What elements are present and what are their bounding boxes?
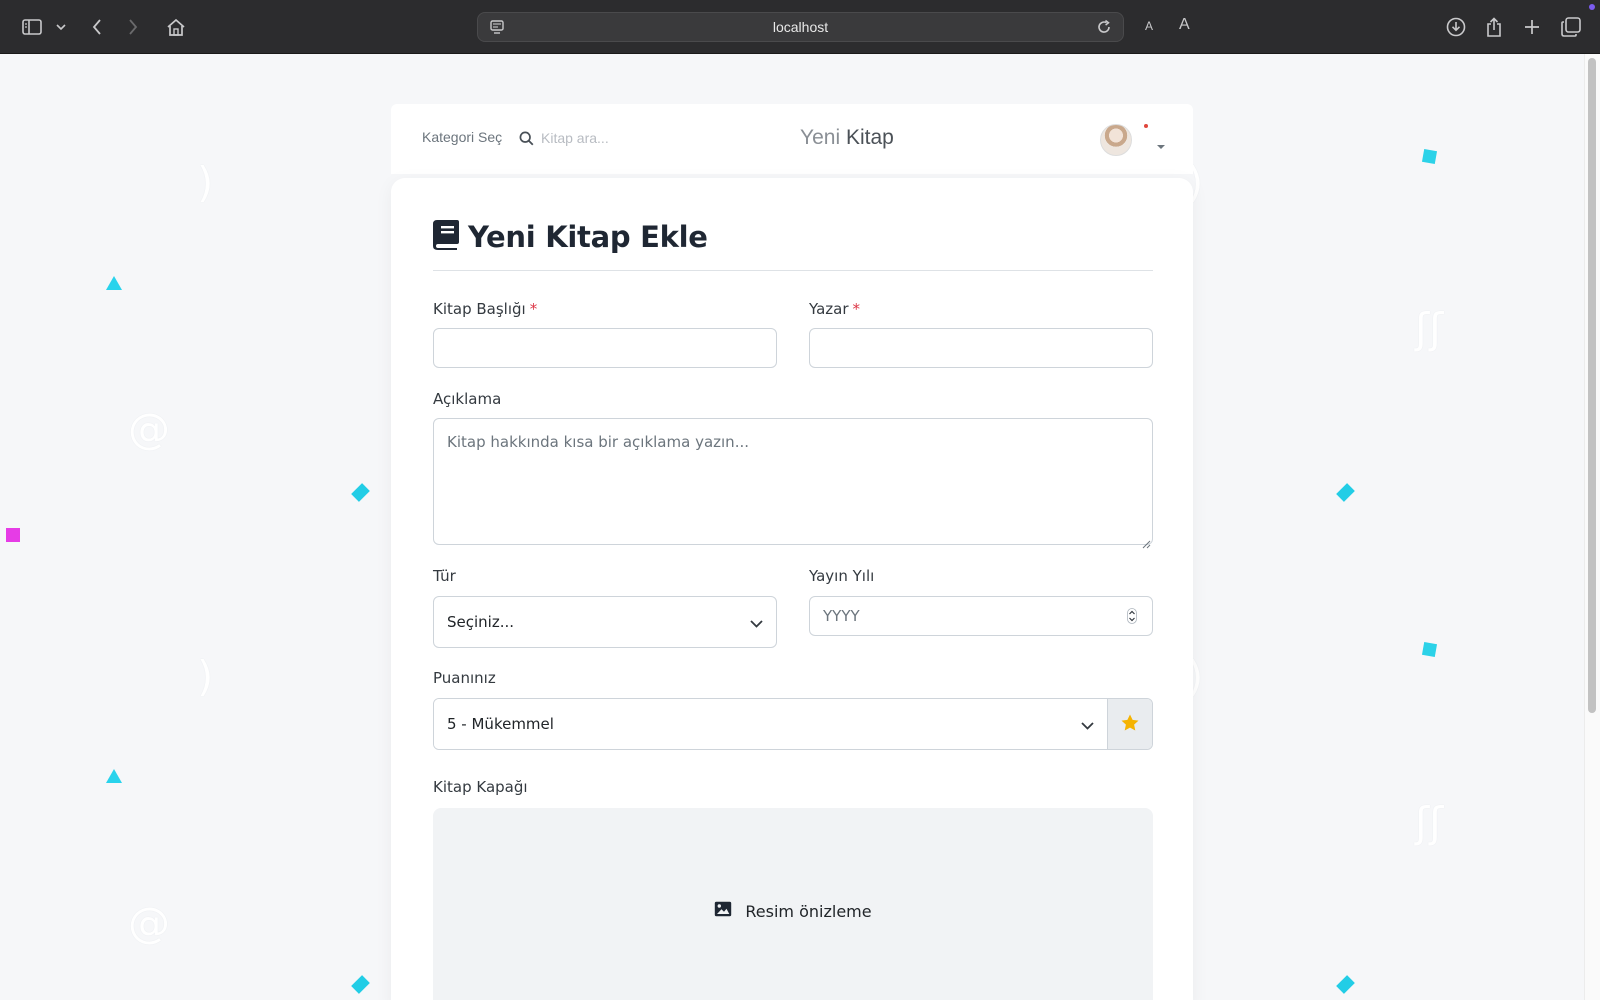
forward-icon[interactable] (124, 13, 142, 41)
title-label: Kitap Başlığı * (433, 300, 537, 318)
downloads-icon[interactable] (1444, 13, 1468, 41)
decor-triangle-icon (106, 276, 122, 290)
rating-addon (1107, 699, 1152, 749)
decor-diamond-icon (1336, 975, 1355, 994)
top-navbar: Kategori Seç Yeni Kitap (391, 104, 1193, 174)
book-title-input[interactable] (433, 328, 777, 368)
page-title: Yeni Kitap Ekle (433, 220, 708, 254)
cover-label: Kitap Kapağı (433, 778, 528, 796)
rating-label: Puanınız (433, 669, 496, 687)
home-icon[interactable] (164, 13, 188, 41)
brand-logo[interactable]: Yeni Kitap (800, 126, 894, 150)
decor-swirl-icon: @ (128, 404, 170, 453)
title-label-text: Kitap Başlığı (433, 300, 526, 318)
book-form-card: Yeni Kitap Ekle Kitap Başlığı * Yazar * Aç… (391, 178, 1193, 1000)
chevron-down-icon (1081, 715, 1094, 734)
decor-diamond-icon (1336, 483, 1355, 502)
decor-swirl-icon: ) (197, 652, 214, 701)
genre-label: Tür (433, 567, 456, 585)
author-input[interactable] (809, 328, 1153, 368)
description-label: Açıklama (433, 390, 502, 408)
font-larger-button[interactable]: A (1179, 16, 1190, 34)
chevron-down-icon (750, 613, 763, 632)
author-label-text: Yazar (809, 300, 849, 318)
decor-swirl-icon: ) (197, 158, 214, 207)
rating-input-group: 5 - Mükemmel (433, 698, 1153, 750)
chevron-down-icon[interactable] (1156, 135, 1166, 154)
decor-square-icon (1421, 148, 1438, 165)
status-dot (1144, 124, 1148, 128)
title-divider (433, 270, 1153, 271)
decor-square-icon (1421, 641, 1438, 658)
address-bar[interactable]: localhost (477, 12, 1124, 42)
decor-square-icon (6, 528, 20, 542)
tab-overview-icon[interactable] (1559, 13, 1583, 41)
search-icon (519, 131, 534, 150)
new-tab-icon[interactable] (1521, 13, 1543, 41)
font-smaller-button[interactable]: A (1145, 19, 1153, 33)
decor-swirl-icon: ʃʃ (1415, 304, 1444, 353)
year-input[interactable] (809, 596, 1153, 636)
decor-swirl-icon: @ (128, 898, 170, 947)
author-label: Yazar * (809, 300, 860, 318)
search-input[interactable] (541, 126, 711, 150)
decor-triangle-icon (106, 769, 122, 783)
required-mark: * (852, 300, 861, 318)
year-label: Yayın Yılı (809, 567, 875, 585)
preview-placeholder: Resim önizleme (433, 901, 1153, 921)
notification-dot (1589, 4, 1595, 10)
genre-select[interactable]: Seçiniz... (433, 596, 777, 648)
resize-handle-icon[interactable] (1142, 534, 1151, 553)
share-icon[interactable] (1483, 13, 1505, 41)
brand-part-2: Kitap (845, 126, 894, 149)
star-icon (1121, 714, 1139, 735)
brand-part-1: Yeni (800, 126, 841, 149)
rating-select[interactable]: 5 - Mükemmel (434, 699, 1107, 749)
decor-diamond-icon (351, 975, 370, 994)
cover-preview-area[interactable]: Resim önizleme (433, 808, 1153, 1000)
preview-text: Resim önizleme (745, 901, 872, 921)
decor-diamond-icon (351, 483, 370, 502)
book-icon (433, 220, 459, 254)
category-select[interactable]: Kategori Seç (422, 129, 502, 145)
decor-swirl-icon: ʃʃ (1415, 798, 1444, 847)
image-icon (714, 901, 732, 921)
genre-selected-value: Seçiniz... (447, 613, 515, 631)
form-title: Yeni Kitap Ekle (468, 220, 708, 254)
required-mark: * (529, 300, 538, 318)
tab-group-chevron-icon[interactable] (54, 13, 68, 41)
back-icon[interactable] (88, 13, 106, 41)
description-textarea[interactable] (433, 418, 1153, 545)
reload-icon[interactable] (1096, 19, 1112, 39)
browser-toolbar: localhost A A (0, 0, 1600, 54)
rating-selected-value: 5 - Mükemmel (447, 715, 554, 733)
avatar[interactable] (1100, 124, 1132, 156)
scrollbar-thumb[interactable] (1588, 58, 1596, 713)
url-text: localhost (772, 19, 829, 35)
sidebar-toggle-icon[interactable] (20, 13, 44, 41)
number-spinner-icon[interactable] (1127, 608, 1137, 628)
